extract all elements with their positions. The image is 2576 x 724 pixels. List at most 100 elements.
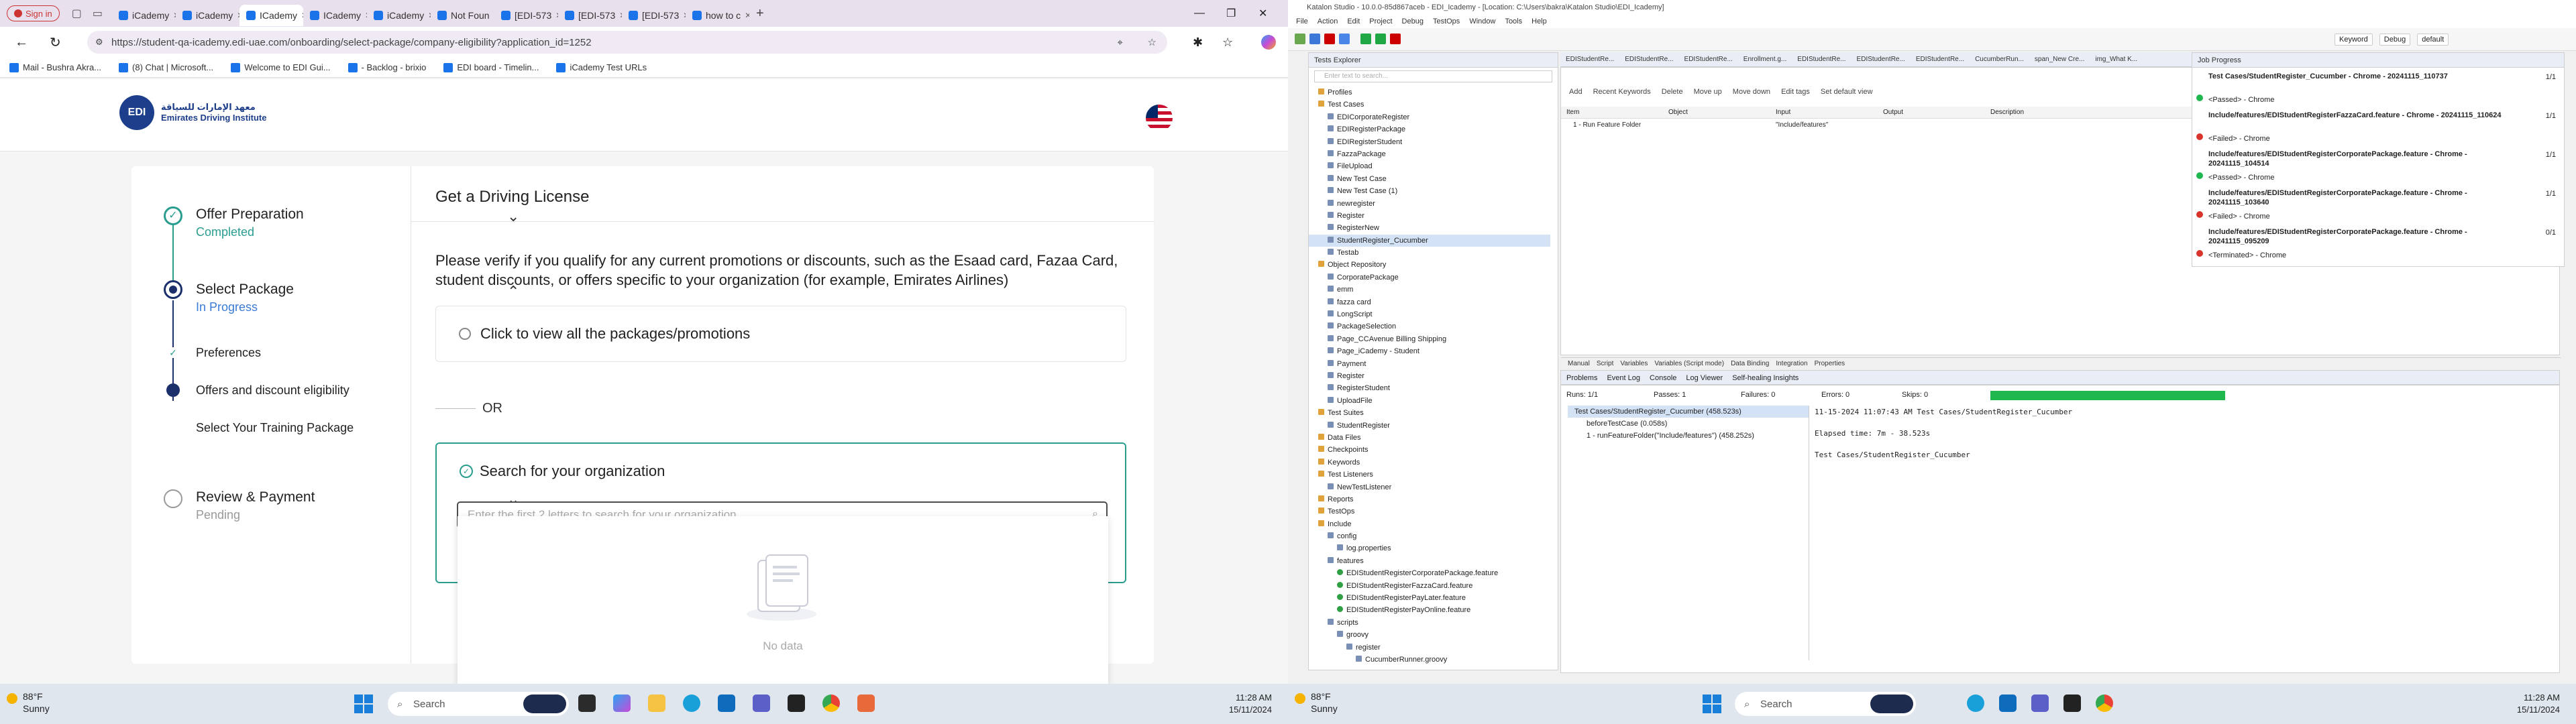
log-tree-item[interactable]: 1 - runFeatureFolder("Include/features")… [1568,430,1809,442]
bookmark-item[interactable]: - Backlog - brixio [347,62,426,72]
browser-tab[interactable]: [EDI-573✕ [558,5,622,26]
bookmark-item[interactable]: Welcome to EDI Gui... [231,62,331,72]
back-icon[interactable]: ← [15,35,28,50]
tree-item[interactable]: EDIRegisterStudent [1309,136,1550,148]
tree-item[interactable]: New Test Case [1309,173,1550,185]
job-item[interactable]: Include/features/EDIStudentRegisterFazza… [2192,108,2565,151]
job-item[interactable]: Include/features/EDIStudentRegisterCorpo… [2192,225,2565,267]
tree-item[interactable]: Profiles [1309,86,1550,99]
snipping-tool-icon[interactable] [857,695,875,712]
editor-tab[interactable]: EDIStudentRe... [1560,52,1619,66]
browser-tab[interactable]: ICademy✕ [239,5,303,26]
bookmark-item[interactable]: (8) Chat | Microsoft... [119,62,213,72]
menu-item[interactable]: TestOps [1433,15,1460,28]
tree-item[interactable]: Test Suites [1309,407,1550,419]
outlook-icon[interactable] [1999,695,2017,712]
tree-item[interactable]: emm [1309,284,1550,296]
tree-item[interactable]: EDIStudentRegisterPayOnline.feature [1309,604,1550,616]
star-icon[interactable]: ☆ [1148,36,1157,48]
tree-item[interactable]: log.properties [1309,542,1550,554]
menu-item[interactable]: Debug [1402,15,1424,28]
tree-item[interactable]: scripts [1309,617,1550,629]
bookmark-item[interactable]: EDI board - Timelin... [443,62,539,72]
site-info-icon[interactable]: ⚙ [95,37,103,48]
edge-icon[interactable] [683,695,700,712]
editor-tab[interactable]: EDIStudentRe... [1911,52,1970,66]
debug-icon[interactable] [1375,34,1386,44]
profile-button[interactable]: Sign in [7,5,60,21]
minimize-button[interactable]: — [1194,7,1205,19]
run-icon[interactable] [1360,34,1371,44]
editor-mode-tab[interactable]: Integration [1776,358,1807,369]
tree-item[interactable]: LongScript [1309,308,1550,320]
editor-tab[interactable]: EDIStudentRe... [1679,52,1738,66]
job-item[interactable]: Test Cases/StudentRegister_Cucumber - Ch… [2192,69,2565,112]
url-input[interactable]: ⚙ https://student-qa-icademy.edi-uae.com… [87,31,1167,54]
tree-item[interactable]: newregister [1309,198,1550,210]
tree-item[interactable]: CorporatePackage [1309,272,1550,284]
editor-tab[interactable]: span_New Cre... [2029,52,2090,66]
tree-item[interactable]: EDIStudentRegisterCorporatePackage.featu… [1309,567,1550,579]
tree-item[interactable]: Payment [1309,358,1550,370]
debug-perspective-button[interactable]: Debug [2379,34,2411,46]
tree-item[interactable]: register [1309,642,1550,654]
edge-icon[interactable] [1967,695,1984,712]
console-tab[interactable]: Self-healing Insights [1732,371,1799,384]
explorer-filter-input[interactable]: Enter text to search... [1314,70,1552,82]
keyword-perspective-button[interactable]: Keyword [2334,34,2373,46]
step-offer-preparation[interactable]: Offer Preparation [196,206,304,223]
editor-mode-tab[interactable]: Script [1597,358,1614,369]
browser-tab[interactable]: [EDI-573✕ [622,5,686,26]
tree-item[interactable]: Data Files [1309,432,1550,444]
weather-widget[interactable]: 88°F Sunny [1295,690,1338,715]
new-tab-button[interactable]: + [756,6,764,21]
log-tree-item[interactable]: beforeTestCase (0.058s) [1568,418,1809,430]
tree-item[interactable]: Page_iCademy - Student [1309,345,1550,357]
menu-item[interactable]: Window [1469,15,1495,28]
tree-item[interactable]: Reports [1309,493,1550,505]
chrome-icon[interactable] [2096,695,2113,712]
editor-toolbar-button[interactable]: Recent Keywords [1593,88,1651,101]
substep-preferences[interactable]: Preferences [196,346,261,360]
tree-item[interactable]: UploadFile [1309,395,1550,407]
editor-tab[interactable]: EDIStudentRe... [1619,52,1678,66]
console-tab[interactable]: Event Log [1607,371,1640,384]
tree-item[interactable]: features [1309,555,1550,567]
tree-item[interactable]: fazza card [1309,296,1550,308]
substep-select-training-package[interactable]: Select Your Training Package [196,421,354,435]
language-flag-icon[interactable] [1146,105,1173,131]
tree-item[interactable]: CucumberRunner.groovy [1309,654,1550,666]
tree-item[interactable]: Testab [1309,247,1550,259]
profile-select[interactable]: default [2417,34,2449,46]
copilot-icon[interactable] [1261,35,1276,50]
tab-grid-icon[interactable]: ▢ [72,7,82,20]
tree-item[interactable]: groovy [1309,629,1550,641]
tree-item[interactable]: FileUpload [1309,160,1550,172]
tree-item[interactable]: Include [1309,518,1550,530]
tab-search-icon[interactable]: ▭ [93,7,103,20]
tree-item[interactable]: Checkpoints [1309,444,1550,456]
tree-item[interactable]: StudentRegister [1309,420,1550,432]
editor-toolbar-button[interactable]: Add [1569,88,1582,101]
menu-item[interactable]: Edit [1347,15,1360,28]
start-button[interactable] [1703,695,1721,713]
browser-tab[interactable]: iCademy✕ [367,5,431,26]
console-tab[interactable]: Log Viewer [1686,371,1723,384]
editor-mode-tab[interactable]: Manual [1568,358,1590,369]
new-icon[interactable] [1295,34,1305,44]
record-icon[interactable] [1324,34,1335,44]
editor-mode-tab[interactable]: Data Binding [1731,358,1769,369]
katalon-icon[interactable] [2063,695,2081,712]
tree-item[interactable]: PackageSelection [1309,320,1550,333]
tree-item[interactable]: RegisterStudent [1309,382,1550,394]
tree-item[interactable]: NewTestListener [1309,481,1550,493]
tree-item[interactable]: FazzaPackage [1309,148,1550,160]
tree-item[interactable]: Test Listeners [1309,469,1550,481]
tree-item[interactable]: Keywords [1309,457,1550,469]
copilot-app-icon[interactable] [613,695,631,712]
step-select-package[interactable]: Select Package [196,282,294,298]
tree-item[interactable]: TestOps [1309,505,1550,518]
browser-tab[interactable]: Not Foun✕ [431,5,494,26]
maximize-button[interactable]: ❐ [1226,7,1236,20]
view-all-packages-option[interactable]: Click to view all the packages/promotion… [435,306,1126,362]
